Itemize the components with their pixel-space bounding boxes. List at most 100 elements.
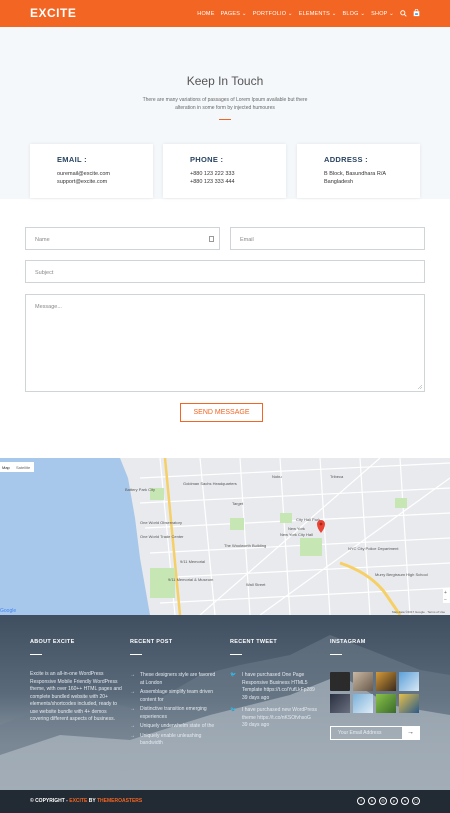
nav-portfolio-label: PORTFOLIO <box>252 11 287 17</box>
nav-home[interactable]: HOME <box>197 11 214 17</box>
nav-elements[interactable]: ELEMENTS ⌄ <box>299 11 337 17</box>
map-label: NYC City Police Department <box>348 546 399 551</box>
logo[interactable]: EXCITE <box>30 6 76 20</box>
facebook-icon[interactable]: f <box>357 797 365 805</box>
header-bar: EXCITE HOME PAGES ⌄ PORTFOLIO ⌄ ELEMENTS… <box>0 0 450 27</box>
autofill-icon <box>209 236 214 242</box>
recent-post-list: → These designers style are favored at Lo… <box>130 672 220 748</box>
copyright-brand[interactable]: EXCITE <box>69 798 87 804</box>
instagram-photo[interactable] <box>376 694 396 713</box>
address-card: ADDRESS : B Block, Basundhara R/A Bangla… <box>297 144 420 198</box>
arrow-icon: → <box>130 723 135 729</box>
instagram-icon[interactable]: ◻ <box>412 797 420 805</box>
recent-post-item[interactable]: → Distinctive transition emerging experie… <box>130 706 220 721</box>
behance-icon[interactable]: b <box>368 797 376 805</box>
name-field[interactable]: Name <box>25 227 220 250</box>
phone-card: PHONE : +880 123 222 333 +880 123 333 44… <box>163 144 286 198</box>
instagram-photo[interactable] <box>376 672 396 691</box>
tweet-text[interactable]: I have purchased One Page Responsive Bus… <box>242 672 315 693</box>
phone-line: +880 123 222 333 <box>190 171 235 177</box>
instagram-photo[interactable] <box>330 694 350 713</box>
instagram-photo[interactable] <box>330 672 350 691</box>
map[interactable]: Battery Park City Goldman Sachs Headquar… <box>0 458 450 615</box>
map-canvas[interactable]: Battery Park City Goldman Sachs Headquar… <box>0 458 450 615</box>
message-placeholder: Message... <box>35 304 62 310</box>
map-label: City Hall Park <box>296 517 320 522</box>
tweet-column: RECENT TWEET <box>230 639 277 655</box>
recent-post-label: Uniquely underwhelm state of the <box>140 723 215 729</box>
instagram-title: INSTAGRAM <box>330 639 366 645</box>
map-label: Wall Street <box>246 582 266 587</box>
tweet-time: 39 days ago <box>242 694 270 701</box>
address-card-lines: B Block, Basundhara R/A Bangladesh <box>324 170 386 186</box>
instagram-column: INSTAGRAM <box>330 639 366 655</box>
email-field[interactable]: Email <box>230 227 425 250</box>
email-placeholder: Email <box>240 237 254 243</box>
phone-line: +880 123 333 444 <box>190 179 235 185</box>
recent-post-label: Uniquely enable unleashing bandwidth <box>140 732 202 747</box>
email-card: EMAIL : ouremail@excite.com support@exci… <box>30 144 153 198</box>
skype-icon[interactable]: s <box>401 797 409 805</box>
copyright-bar: © COPYRIGHT - EXCITE BY THEMEROASTERS f … <box>0 790 450 813</box>
recent-post-item[interactable]: → Uniquely enable unleashing bandwidth <box>130 733 220 748</box>
arrow-icon: → <box>130 672 135 678</box>
email-card-title: EMAIL : <box>57 155 87 164</box>
instagram-photo[interactable] <box>353 694 373 713</box>
tweet-text[interactable]: I have purchased new WordPress theme htt… <box>242 707 317 721</box>
nav-shop-label: SHOP <box>371 11 388 17</box>
nav-home-label: HOME <box>197 11 215 17</box>
dribbble-icon[interactable]: ◎ <box>379 797 387 805</box>
about-title: ABOUT EXCITE <box>30 639 75 645</box>
recent-post-item[interactable]: → These designers style are favored at Lo… <box>130 672 220 687</box>
recent-post-label: Distinctive transition emerging experien… <box>140 706 207 720</box>
page-title: Keep In Touch <box>186 74 264 88</box>
instagram-underline <box>330 654 342 655</box>
newsletter-submit-button[interactable]: → <box>402 727 419 739</box>
send-message-button[interactable]: SEND MESSAGE <box>180 403 263 422</box>
copyright-author[interactable]: THEMEROASTERS <box>97 798 142 804</box>
newsletter-placeholder: Your Email Address <box>338 730 382 736</box>
email-line[interactable]: ouremail@excite.com <box>57 171 110 177</box>
instagram-photo[interactable] <box>353 672 373 691</box>
nav-blog[interactable]: BLOG ⌄ <box>343 11 366 17</box>
message-field[interactable]: Message... <box>25 294 425 392</box>
nav-pages[interactable]: PAGES ⌄ <box>221 11 247 17</box>
instagram-photo[interactable] <box>399 672 419 691</box>
nav-portfolio[interactable]: PORTFOLIO ⌄ <box>253 11 293 17</box>
recent-post-column: RECENT POST <box>130 639 172 655</box>
recent-post-title: RECENT POST <box>130 639 173 645</box>
google-logo: Google <box>0 608 16 614</box>
copyright-prefix: © COPYRIGHT - <box>30 798 70 804</box>
about-text: Excite is an all-in-one WordPress Respon… <box>30 671 122 722</box>
map-label: Nobu <box>272 474 282 479</box>
email-line[interactable]: support@excite.com <box>57 179 107 185</box>
map-tab: Map <box>2 465 11 470</box>
nav-shop[interactable]: SHOP ⌄ <box>371 11 394 17</box>
nav-elements-label: ELEMENTS <box>298 11 330 17</box>
search-icon[interactable] <box>400 9 407 19</box>
resize-handle-icon[interactable] <box>418 385 422 389</box>
title-divider <box>219 119 231 120</box>
nav-blog-label: BLOG <box>342 11 359 17</box>
instagram-grid <box>330 672 420 713</box>
pinterest-icon[interactable]: p <box>390 797 398 805</box>
newsletter-input[interactable]: Your Email Address → <box>330 726 420 740</box>
twitter-icon: 🐦 <box>230 707 237 713</box>
phone-card-lines: +880 123 222 333 +880 123 333 444 <box>190 170 235 186</box>
subject-field[interactable]: Subject <box>25 260 425 283</box>
map-label: The Woolworth Building <box>224 543 266 548</box>
tweet-item: 🐦 I have purchased new WordPress theme h… <box>230 707 320 730</box>
arrow-icon: → <box>130 689 135 695</box>
instagram-photo[interactable] <box>399 694 419 713</box>
recent-post-label: These designers style are favored at Lon… <box>140 672 216 686</box>
address-card-title: ADDRESS : <box>324 155 368 164</box>
address-line: Bangladesh <box>324 179 354 185</box>
cart-icon[interactable] <box>413 8 420 19</box>
copyright-by: BY <box>87 798 97 804</box>
recent-post-item[interactable]: → Assemblage simplify team driven content… <box>130 689 220 704</box>
copyright-text: © COPYRIGHT - EXCITE BY THEMEROASTERS <box>30 798 142 804</box>
map-label: Target <box>232 501 244 506</box>
address-line: B Block, Basundhara R/A <box>324 171 387 177</box>
recent-post-item[interactable]: → Uniquely underwhelm state of the <box>130 723 220 731</box>
subject-placeholder: Subject <box>35 270 54 276</box>
